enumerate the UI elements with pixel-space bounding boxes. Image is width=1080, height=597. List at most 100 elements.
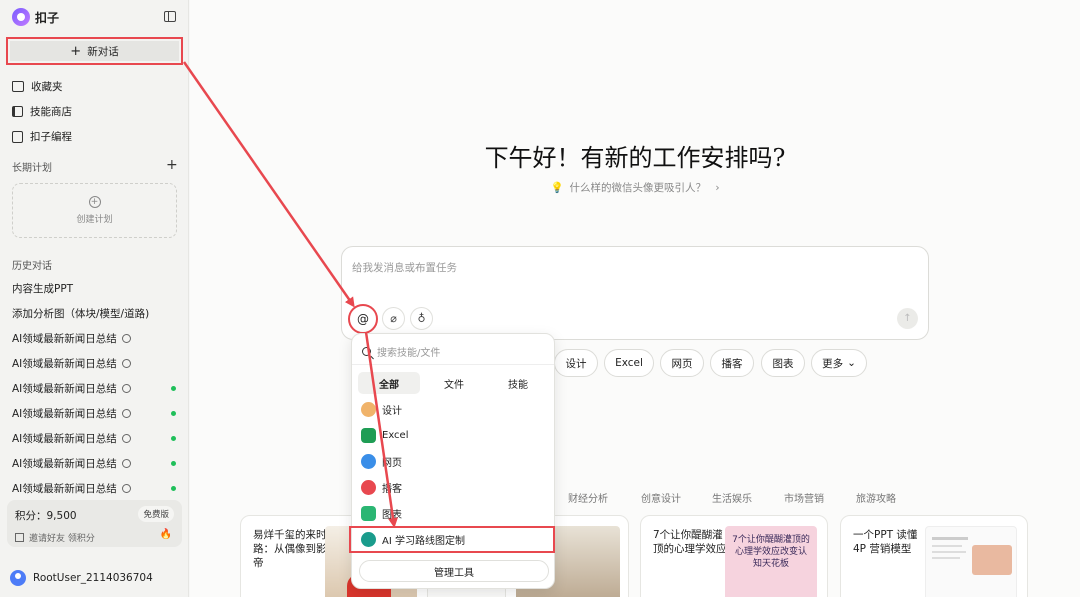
chip-design[interactable]: 设计	[554, 349, 598, 377]
history-item-title: AI领域最新新闻日总结	[12, 358, 117, 370]
add-plan-icon[interactable]: +	[166, 157, 178, 173]
chip-label: 播客	[721, 357, 743, 370]
points-card[interactable]: 积分：9,500 免费版 邀请好友 领积分 🔥	[7, 500, 182, 547]
popup-item-webpage[interactable]: 网页	[361, 454, 402, 469]
category-tab[interactable]: 市场营销	[784, 490, 824, 505]
user-profile[interactable]: RootUser_2114036704	[10, 570, 153, 586]
tab-skills[interactable]: 技能	[487, 372, 549, 394]
sidebar-item-label: 收藏夹	[31, 81, 63, 93]
tab-label: 全部	[379, 379, 399, 391]
suggestion-text: 什么样的微信头像更吸引人？	[569, 182, 707, 194]
chip-label: 更多	[822, 357, 844, 370]
new-chat-button[interactable]: + 新对话	[10, 41, 179, 61]
attach-button[interactable]: ⌀	[382, 307, 405, 330]
sidebar: 扣子 + 新对话 收藏夹 技能商店 扣子编程 长期计划 + + 创建计划 历史对…	[0, 0, 189, 597]
category-tab[interactable]: 旅游攻略	[856, 490, 896, 505]
history-item-title: AI领域最新新闻日总结	[12, 483, 117, 495]
manage-tools-button[interactable]: 管理工具	[359, 560, 549, 582]
chat-input-box[interactable]: 给我发消息或布置任务 @ ⌀ ♁ ↑	[341, 246, 929, 340]
history-item-title: AI领域最新新闻日总结	[12, 383, 117, 395]
item-label: 设计	[382, 406, 402, 417]
tab-label: 文件	[444, 379, 464, 391]
chevron-down-icon: ⌄	[847, 357, 856, 369]
sidebar-item-skill-store[interactable]: 技能商店	[12, 104, 72, 119]
popup-search[interactable]: 搜索技能/文件	[362, 344, 440, 359]
sidebar-item-label: 扣子编程	[30, 131, 72, 143]
mention-button[interactable]: @	[348, 304, 378, 334]
tips-button[interactable]: ♁	[410, 307, 433, 330]
item-label: 网页	[382, 458, 402, 469]
chip-webpage[interactable]: 网页	[660, 349, 704, 377]
send-button[interactable]: ↑	[897, 308, 918, 329]
book-icon	[12, 106, 23, 117]
plan-badge: 免费版	[138, 506, 174, 522]
avatar	[10, 570, 26, 586]
chip-excel[interactable]: Excel	[604, 349, 654, 377]
history-item[interactable]: AI领域最新新闻日总结	[12, 431, 182, 446]
history-item[interactable]: AI领域最新新闻日总结	[12, 456, 182, 471]
popup-item-podcast[interactable]: 播客	[361, 480, 402, 495]
history-item[interactable]: AI领域最新新闻日总结	[12, 331, 182, 346]
paperclip-icon: ⌀	[390, 312, 397, 325]
category-tab[interactable]: 创意设计	[641, 490, 681, 505]
history-item-title: AI领域最新新闻日总结	[12, 408, 117, 420]
points-value: 9,500	[46, 510, 77, 522]
thumbnail-line	[932, 557, 960, 559]
points-display: 积分：9,500	[15, 508, 77, 523]
chat-input[interactable]: 给我发消息或布置任务	[352, 260, 457, 275]
history-item[interactable]: AI领域最新新闻日总结	[12, 381, 182, 396]
excel-icon	[361, 428, 376, 443]
search-input[interactable]: 搜索技能/文件	[377, 344, 440, 359]
popup-item-design[interactable]: 设计	[361, 402, 402, 417]
at-icon: @	[357, 312, 369, 326]
app-logo[interactable]: 扣子	[12, 8, 59, 26]
chip-chart[interactable]: 图表	[761, 349, 805, 377]
create-plan-button[interactable]: + 创建计划	[12, 183, 177, 238]
thumbnail-line	[932, 537, 968, 540]
sidebar-collapse-icon[interactable]	[164, 11, 176, 22]
tab-files[interactable]: 文件	[423, 372, 485, 394]
chip-label: Excel	[615, 357, 643, 369]
chip-label: 网页	[671, 357, 693, 370]
template-card[interactable]: 7个让你醍醐灌顶的心理学效应 7个让你醍醐灌顶的心理学效应改变认知天花板	[640, 515, 828, 597]
chip-more[interactable]: 更多 ⌄	[811, 349, 867, 377]
card-title: 一个PPT 读懂 4P 营销模型	[853, 529, 918, 555]
new-chat-highlight: + 新对话	[6, 37, 183, 65]
history-item[interactable]: 内容生成PPT	[12, 281, 182, 296]
alarm-clock-icon	[121, 459, 131, 468]
code-file-icon	[12, 130, 23, 143]
alarm-clock-icon	[121, 334, 131, 343]
popup-item-chart[interactable]: 图表	[361, 506, 402, 521]
history-item-title: AI领域最新新闻日总结	[12, 333, 117, 345]
status-dot	[171, 386, 176, 391]
sidebar-item-favorites[interactable]: 收藏夹	[12, 79, 63, 94]
template-card[interactable]: 一个PPT 读懂 4P 营销模型	[840, 515, 1028, 597]
popup-item-excel[interactable]: Excel	[361, 428, 409, 443]
username: RootUser_2114036704	[33, 572, 153, 584]
alarm-clock-icon	[121, 409, 131, 418]
chevron-right-icon: ›	[715, 182, 720, 194]
status-dot	[171, 486, 176, 491]
category-tab[interactable]: 生活娱乐	[712, 490, 752, 505]
item-label: 播客	[382, 484, 402, 495]
lightbulb-icon: 💡	[550, 182, 564, 194]
history-item[interactable]: AI领域最新新闻日总结	[12, 406, 182, 421]
sidebar-item-coze-coding[interactable]: 扣子编程	[12, 129, 72, 144]
invite-link[interactable]: 邀请好友 领积分	[15, 531, 95, 544]
card-thumbnail: 7个让你醍醐灌顶的心理学效应改变认知天花板	[725, 526, 817, 597]
main-area: 下午好！有新的工作安排吗? 💡 什么样的微信头像更吸引人？ › 给我发消息或布置任…	[190, 0, 1080, 597]
alarm-clock-icon	[121, 484, 131, 493]
greeting-title: 下午好！有新的工作安排吗?	[484, 144, 786, 172]
card-thumbnail	[925, 526, 1017, 597]
suggestion-link[interactable]: 💡 什么样的微信头像更吸引人？ ›	[190, 180, 1080, 195]
chip-podcast[interactable]: 播客	[710, 349, 754, 377]
tab-all[interactable]: 全部	[358, 372, 420, 394]
fire-icon: 🔥	[159, 529, 172, 540]
history-item[interactable]: AI领域最新新闻日总结	[12, 356, 182, 371]
plus-circle-icon: +	[88, 196, 101, 208]
history-item[interactable]: AI领域最新新闻日总结	[12, 481, 182, 496]
history-item[interactable]: 添加分析图（体块/模型/道路)	[12, 306, 182, 321]
category-tab[interactable]: 财经分析	[568, 490, 608, 505]
popup-item-ai-roadmap[interactable]: AI 学习路线图定制	[361, 532, 465, 547]
long-term-plan-heading: 长期计划	[12, 163, 52, 174]
